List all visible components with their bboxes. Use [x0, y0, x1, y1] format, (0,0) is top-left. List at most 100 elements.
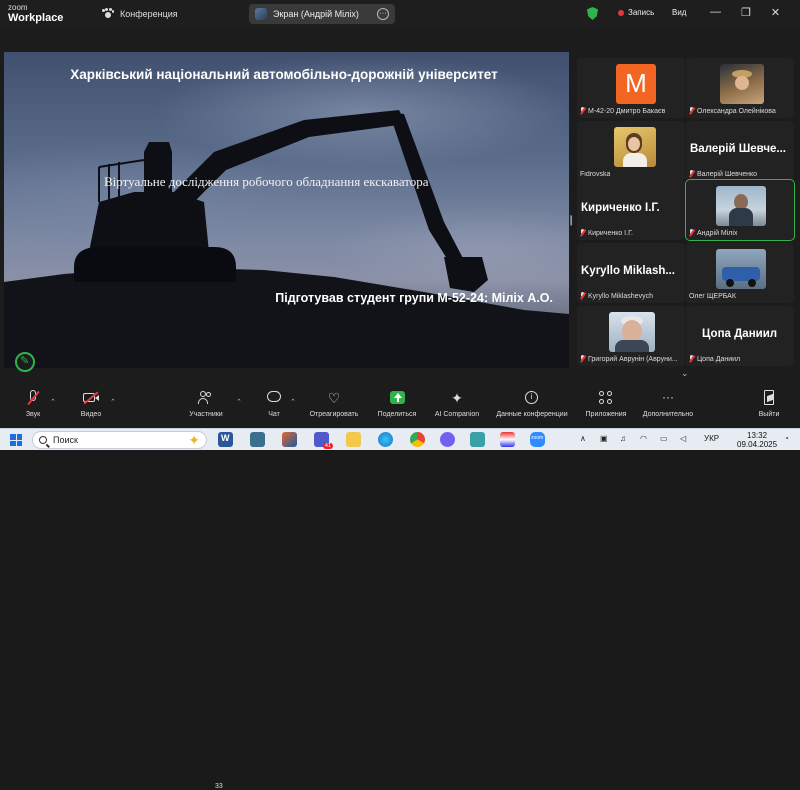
- mic-muted-icon: [580, 355, 586, 363]
- participant-tile[interactable]: Цопа Даниил Цопа Даниил: [686, 306, 794, 366]
- chat-options-caret-icon[interactable]: ⌃: [290, 398, 296, 406]
- more-options-icon[interactable]: ···: [377, 8, 389, 20]
- participant-tile[interactable]: Кириченко І.Г. Кириченко І.Г.: [577, 180, 685, 240]
- language-indicator[interactable]: УКР: [704, 434, 719, 443]
- apps-button[interactable]: Приложения: [582, 390, 630, 418]
- viber-icon[interactable]: [440, 432, 455, 447]
- participant-name: Олег ЩЕРБАК: [689, 293, 736, 300]
- participant-tile-active-speaker[interactable]: Андрій Міліх: [685, 179, 795, 241]
- chrome-icon[interactable]: [410, 432, 425, 447]
- slide-subtitle: Віртуальне дослідження робочого обладнан…: [104, 174, 429, 189]
- annotate-pen-icon[interactable]: [15, 352, 35, 372]
- tray-chevron-icon[interactable]: ∧: [580, 434, 586, 443]
- windows-start-icon[interactable]: [10, 434, 22, 446]
- app-icon[interactable]: [470, 432, 485, 447]
- participants-options-caret-icon[interactable]: ⌃: [236, 398, 242, 406]
- panel-resize-handle[interactable]: ❙: [567, 215, 575, 226]
- participant-tile[interactable]: Kyryllo Miklash... Kyryllo Miklashevych: [577, 243, 685, 303]
- mic-muted-icon: [580, 107, 586, 115]
- participant-display-name: Кириченко І.Г.: [581, 202, 660, 214]
- participant-display-name: Валерій Шевче...: [690, 143, 786, 155]
- share-screen-icon: [389, 390, 405, 406]
- avatar: M: [616, 64, 656, 104]
- shield-icon[interactable]: [587, 7, 598, 20]
- avatar: [716, 186, 766, 226]
- mic-muted-icon: [580, 292, 586, 300]
- volume-icon[interactable]: ◁: [680, 434, 686, 443]
- video-button[interactable]: Видео: [77, 390, 105, 418]
- avatar: [614, 127, 656, 167]
- participant-tile[interactable]: Валерій Шевче... Валерій Шевченко: [686, 121, 794, 181]
- participant-tile[interactable]: Олександра Олейнікова: [686, 58, 794, 118]
- apps-icon: [598, 390, 614, 406]
- participant-name: Kyryllo Miklashevych: [588, 292, 653, 300]
- participant-tile[interactable]: M М-42-20 Дмитро Бакаєв: [577, 58, 685, 118]
- headphones-icon[interactable]: ♫: [620, 434, 626, 443]
- share-screen-button[interactable]: Поделиться: [374, 390, 420, 418]
- avatar: [720, 64, 764, 104]
- view-button[interactable]: Вид: [672, 8, 686, 17]
- more-button[interactable]: ··· Дополнительно: [638, 390, 698, 418]
- chat-button[interactable]: Чат: [264, 390, 284, 418]
- app-icon[interactable]: [250, 432, 265, 447]
- notifications-icon[interactable]: ◔: [784, 434, 789, 443]
- exit-door-icon: [761, 390, 777, 406]
- slide-title: Харківський національний автомобільно-до…: [70, 67, 498, 82]
- participant-tile[interactable]: Олег ЩЕРБАК: [686, 243, 794, 303]
- zoom-logo: zoom Workplace: [8, 3, 64, 24]
- meeting-info-button[interactable]: i Данные конференции: [490, 390, 574, 418]
- paw-icon: [102, 8, 114, 19]
- taskbar-clock[interactable]: 13:32 09.04.2025: [737, 431, 777, 449]
- file-explorer-icon[interactable]: [346, 432, 361, 447]
- participant-name: Олександра Олейнікова: [697, 107, 776, 115]
- windows-taskbar: Поиск ✦ W 41 zoom ∧ ▣ ♫ ◠ ▭ ◁ УКР 13:32 …: [0, 428, 800, 450]
- edge-icon[interactable]: [378, 432, 393, 447]
- taskbar-search[interactable]: Поиск ✦: [32, 431, 207, 449]
- video-options-caret-icon[interactable]: ⌃: [110, 398, 116, 406]
- leave-button[interactable]: Выйти: [756, 390, 782, 418]
- mic-muted-icon: [689, 229, 695, 237]
- matlab-icon[interactable]: [282, 432, 297, 447]
- avatar: [716, 249, 766, 289]
- record-dot-icon: [618, 9, 624, 16]
- battery-icon[interactable]: ▭: [660, 434, 668, 443]
- avatar: [609, 312, 655, 352]
- minimize-icon[interactable]: —: [710, 6, 721, 19]
- react-button[interactable]: ♡ Отреагировать: [306, 390, 362, 418]
- ai-companion-button[interactable]: ✦ AI Companion: [430, 390, 484, 418]
- participants-button[interactable]: Участники: [186, 390, 226, 418]
- participant-tile[interactable]: Григорий Аврунін (Авруни...: [577, 306, 685, 366]
- participant-display-name: Kyryllo Miklash...: [581, 265, 675, 277]
- zoom-taskbar-icon[interactable]: zoom: [530, 432, 545, 447]
- tray-app-icon[interactable]: ▣: [600, 434, 608, 443]
- scroll-down-chevron-icon[interactable]: ⌄: [681, 368, 689, 379]
- participant-tile[interactable]: Fidrovska: [577, 121, 685, 181]
- sparkle-widget-icon: ✦: [188, 431, 200, 448]
- mic-muted-icon: [689, 170, 695, 178]
- screen-share-indicator[interactable]: Экран (Андрій Міліх) ···: [249, 4, 395, 24]
- info-icon: i: [524, 390, 540, 406]
- shared-screen[interactable]: Харківський національний автомобільно-до…: [4, 52, 569, 368]
- app-icon[interactable]: [500, 432, 515, 447]
- wifi-icon[interactable]: ◠: [640, 434, 647, 443]
- sparkle-icon: ✦: [451, 390, 463, 406]
- close-icon[interactable]: ✕: [771, 6, 780, 19]
- record-indicator[interactable]: Запись: [618, 8, 654, 17]
- audio-button[interactable]: Звук: [20, 390, 46, 418]
- word-icon[interactable]: W: [218, 432, 233, 447]
- video-off-icon: [83, 390, 99, 406]
- conference-label[interactable]: Конференция: [102, 8, 178, 19]
- participant-name: Григорий Аврунін (Авруни...: [588, 355, 678, 363]
- audio-options-caret-icon[interactable]: ⌃: [50, 398, 56, 406]
- sharer-avatar: [255, 8, 267, 20]
- restore-icon[interactable]: ❐: [741, 6, 751, 19]
- mic-muted-icon: [689, 107, 695, 115]
- teams-icon[interactable]: 41: [314, 432, 333, 449]
- excavator-silhouette: [4, 110, 569, 368]
- participant-display-name: Цопа Даниил: [702, 328, 778, 340]
- mic-muted-icon: [689, 355, 695, 363]
- search-icon: [39, 436, 47, 444]
- title-bar: zoom Workplace Конференция Экран (Андрій…: [0, 0, 800, 28]
- chat-icon: [266, 390, 282, 406]
- participant-name: Андрій Міліх: [697, 229, 738, 237]
